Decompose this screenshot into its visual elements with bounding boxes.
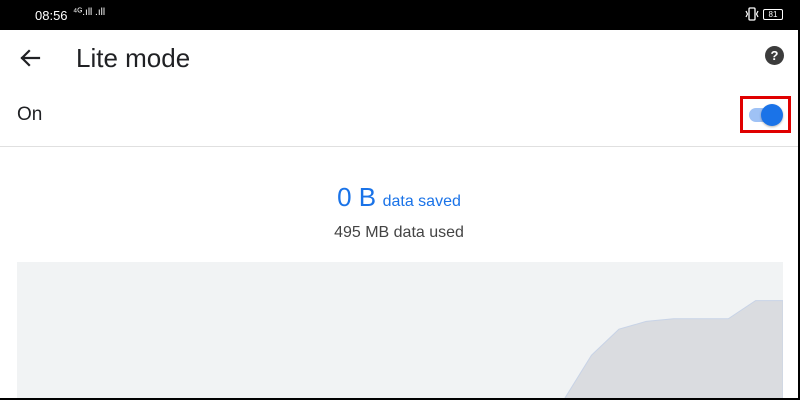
status-bar: 08:56 ⁴ᴳ.ıll .ıll 81 bbox=[0, 0, 800, 30]
arrow-back-icon[interactable] bbox=[14, 42, 46, 74]
battery-icon: 81 bbox=[763, 9, 783, 20]
lite-mode-screen: Lite mode ? On 0 B data saved 495 MB dat… bbox=[0, 30, 798, 398]
data-saved-label: data saved bbox=[382, 193, 461, 210]
data-used-text: 495 MB data used bbox=[334, 224, 464, 241]
page-title: Lite mode bbox=[76, 43, 191, 73]
divider bbox=[0, 146, 798, 147]
help-icon[interactable]: ? bbox=[765, 46, 784, 65]
signal-icon: ⁴ᴳ.ıll .ıll bbox=[73, 7, 106, 18]
status-time: 08:56 bbox=[35, 8, 68, 23]
lite-mode-switch-thumb[interactable] bbox=[761, 104, 783, 126]
toggle-highlight bbox=[740, 96, 791, 133]
app-bar: Lite mode ? bbox=[0, 30, 798, 86]
data-usage-chart bbox=[17, 262, 783, 398]
data-saved-amount: 0 B bbox=[337, 182, 377, 212]
lite-mode-toggle-row[interactable]: On bbox=[0, 86, 798, 146]
vibrate-icon bbox=[744, 7, 760, 24]
toggle-label: On bbox=[17, 104, 43, 125]
data-saved-line: 0 B data saved bbox=[0, 182, 798, 213]
